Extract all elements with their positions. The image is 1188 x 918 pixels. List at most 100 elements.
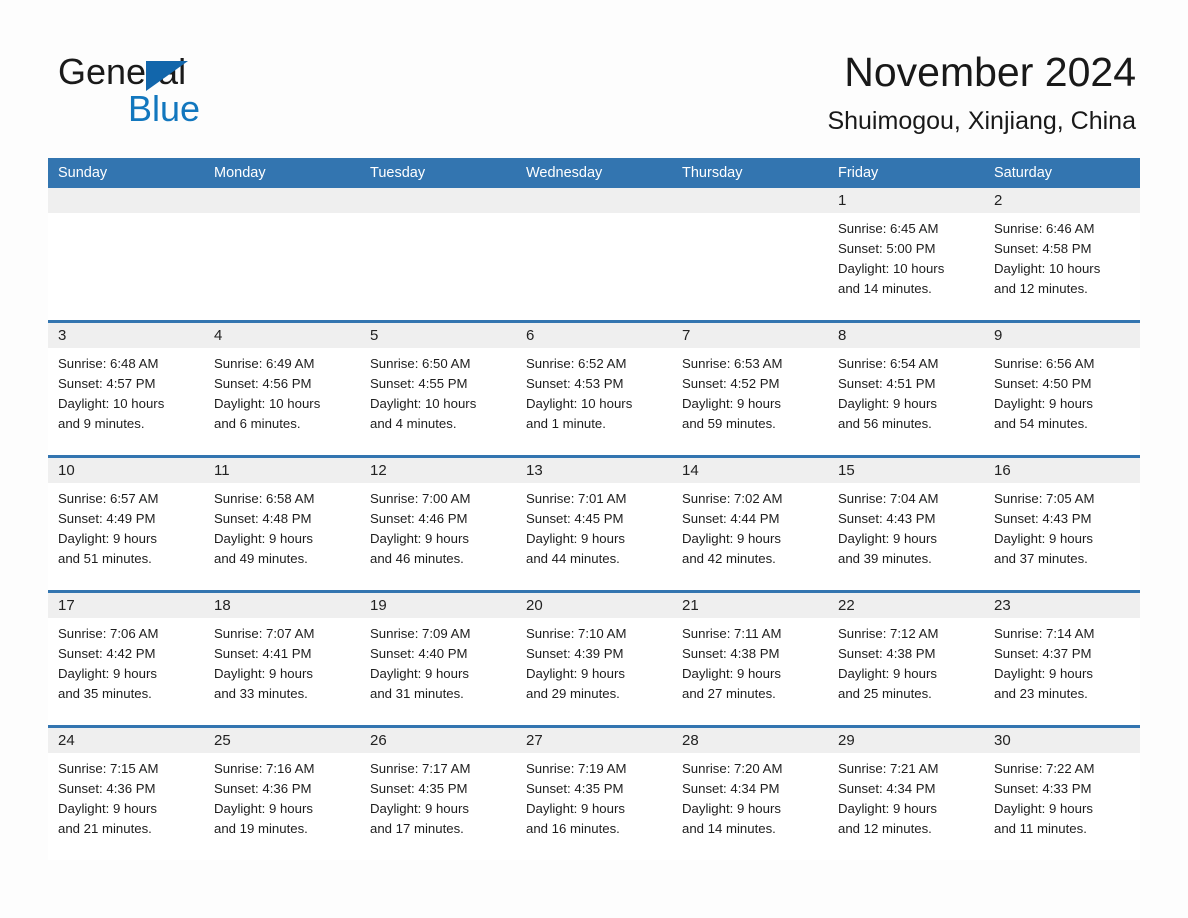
day-number-band <box>48 188 204 213</box>
day-details: Sunrise: 7:10 AM Sunset: 4:39 PM Daylight:… <box>516 618 672 704</box>
day-cell[interactable]: 22 Sunrise: 7:12 AM Sunset: 4:38 PM Dayligh… <box>828 593 984 725</box>
day-number-band: 7 <box>672 323 828 348</box>
day-cell[interactable]: 23 Sunrise: 7:14 AM Sunset: 4:37 PM Dayligh… <box>984 593 1140 725</box>
daylight-line-2: and 25 minutes. <box>838 686 932 701</box>
day-number-band: 28 <box>672 728 828 753</box>
day-cell[interactable]: 11 Sunrise: 6:58 AM Sunset: 4:48 PM Dayligh… <box>204 458 360 590</box>
day-cell[interactable]: 14 Sunrise: 7:02 AM Sunset: 4:44 PM Dayligh… <box>672 458 828 590</box>
day-number-band: 4 <box>204 323 360 348</box>
day-cell[interactable]: 28 Sunrise: 7:20 AM Sunset: 4:34 PM Dayligh… <box>672 728 828 860</box>
daylight-line-1: Daylight: 9 hours <box>994 396 1093 411</box>
day-cell[interactable]: 13 Sunrise: 7:01 AM Sunset: 4:45 PM Dayligh… <box>516 458 672 590</box>
day-cell[interactable]: 7 Sunrise: 6:53 AM Sunset: 4:52 PM Daylight… <box>672 323 828 455</box>
day-number: 3 <box>58 327 67 344</box>
day-number: 29 <box>838 732 855 749</box>
day-cell[interactable]: 2 Sunrise: 6:46 AM Sunset: 4:58 PM Daylight… <box>984 188 1140 320</box>
daylight-line-1: Daylight: 9 hours <box>58 531 157 546</box>
day-number-band: 25 <box>204 728 360 753</box>
day-details: Sunrise: 7:20 AM Sunset: 4:34 PM Daylight:… <box>672 753 828 839</box>
day-details: Sunrise: 7:22 AM Sunset: 4:33 PM Daylight:… <box>984 753 1140 839</box>
logo-triangle-icon <box>146 61 188 91</box>
sunset-line: Sunset: 4:39 PM <box>526 646 624 661</box>
weekday-header-sunday: Sunday <box>58 165 108 181</box>
daylight-line-1: Daylight: 9 hours <box>58 666 157 681</box>
day-number-band: 17 <box>48 593 204 618</box>
generalblue-logo[interactable]: General Blue <box>58 52 298 132</box>
day-number-band: 22 <box>828 593 984 618</box>
sunset-line: Sunset: 4:57 PM <box>58 376 156 391</box>
weekday-header-monday: Monday <box>214 165 266 181</box>
day-cell[interactable]: 8 Sunrise: 6:54 AM Sunset: 4:51 PM Daylight… <box>828 323 984 455</box>
daylight-line-2: and 51 minutes. <box>58 551 152 566</box>
daylight-line-2: and 56 minutes. <box>838 416 932 431</box>
day-cell[interactable]: 26 Sunrise: 7:17 AM Sunset: 4:35 PM Dayligh… <box>360 728 516 860</box>
calendar-grid: Sunday Monday Tuesday Wednesday Thursday Frid… <box>48 158 1140 860</box>
day-details: Sunrise: 6:45 AM Sunset: 5:00 PM Daylight:… <box>828 213 984 299</box>
day-cell[interactable]: 30 Sunrise: 7:22 AM Sunset: 4:33 PM Dayligh… <box>984 728 1140 860</box>
day-details: Sunrise: 7:15 AM Sunset: 4:36 PM Daylight:… <box>48 753 204 839</box>
daylight-line-2: and 37 minutes. <box>994 551 1088 566</box>
day-number: 7 <box>682 327 691 344</box>
day-number-band: 26 <box>360 728 516 753</box>
day-cell[interactable]: 29 Sunrise: 7:21 AM Sunset: 4:34 PM Dayligh… <box>828 728 984 860</box>
logo-text-blue: Blue <box>128 88 201 129</box>
day-number: 21 <box>682 597 699 614</box>
daylight-line-1: Daylight: 10 hours <box>994 261 1101 276</box>
daylight-line-1: Daylight: 9 hours <box>214 531 313 546</box>
daylight-line-1: Daylight: 9 hours <box>526 531 625 546</box>
day-cell[interactable]: 21 Sunrise: 7:11 AM Sunset: 4:38 PM Dayligh… <box>672 593 828 725</box>
day-number-band: 30 <box>984 728 1140 753</box>
sunrise-line: Sunrise: 6:54 AM <box>838 356 939 371</box>
sunset-line: Sunset: 4:53 PM <box>526 376 624 391</box>
day-cell[interactable]: 5 Sunrise: 6:50 AM Sunset: 4:55 PM Daylight… <box>360 323 516 455</box>
day-cell[interactable]: 24 Sunrise: 7:15 AM Sunset: 4:36 PM Dayligh… <box>48 728 204 860</box>
day-cell[interactable]: 6 Sunrise: 6:52 AM Sunset: 4:53 PM Daylight… <box>516 323 672 455</box>
day-cell[interactable]: 25 Sunrise: 7:16 AM Sunset: 4:36 PM Dayligh… <box>204 728 360 860</box>
day-number: 27 <box>526 732 543 749</box>
sunset-line: Sunset: 4:35 PM <box>370 781 468 796</box>
daylight-line-1: Daylight: 10 hours <box>370 396 477 411</box>
day-details: Sunrise: 6:52 AM Sunset: 4:53 PM Daylight:… <box>516 348 672 434</box>
weekday-header-tuesday: Tuesday <box>370 165 426 181</box>
day-number-band: 15 <box>828 458 984 483</box>
day-details: Sunrise: 7:06 AM Sunset: 4:42 PM Daylight:… <box>48 618 204 704</box>
sunrise-line: Sunrise: 7:14 AM <box>994 626 1095 641</box>
day-cell[interactable]: 4 Sunrise: 6:49 AM Sunset: 4:56 PM Daylight… <box>204 323 360 455</box>
day-cell[interactable]: 20 Sunrise: 7:10 AM Sunset: 4:39 PM Dayligh… <box>516 593 672 725</box>
daylight-line-1: Daylight: 9 hours <box>214 801 313 816</box>
day-number-band: 12 <box>360 458 516 483</box>
day-cell[interactable]: 18 Sunrise: 7:07 AM Sunset: 4:41 PM Dayligh… <box>204 593 360 725</box>
daylight-line-1: Daylight: 10 hours <box>214 396 321 411</box>
day-details: Sunrise: 6:48 AM Sunset: 4:57 PM Daylight:… <box>48 348 204 434</box>
daylight-line-1: Daylight: 10 hours <box>838 261 945 276</box>
day-number: 26 <box>370 732 387 749</box>
day-number-band: 24 <box>48 728 204 753</box>
day-cell[interactable]: 17 Sunrise: 7:06 AM Sunset: 4:42 PM Dayligh… <box>48 593 204 725</box>
day-number-band: 3 <box>48 323 204 348</box>
day-number: 19 <box>370 597 387 614</box>
day-details: Sunrise: 7:09 AM Sunset: 4:40 PM Daylight:… <box>360 618 516 704</box>
sunrise-line: Sunrise: 6:48 AM <box>58 356 159 371</box>
daylight-line-1: Daylight: 9 hours <box>994 801 1093 816</box>
day-cell[interactable]: 12 Sunrise: 7:00 AM Sunset: 4:46 PM Dayligh… <box>360 458 516 590</box>
day-cell[interactable]: 19 Sunrise: 7:09 AM Sunset: 4:40 PM Dayligh… <box>360 593 516 725</box>
daylight-line-2: and 12 minutes. <box>838 821 932 836</box>
day-cell[interactable]: 16 Sunrise: 7:05 AM Sunset: 4:43 PM Dayligh… <box>984 458 1140 590</box>
daylight-line-2: and 46 minutes. <box>370 551 464 566</box>
day-details: Sunrise: 6:57 AM Sunset: 4:49 PM Daylight:… <box>48 483 204 569</box>
day-cell[interactable]: 9 Sunrise: 6:56 AM Sunset: 4:50 PM Daylight… <box>984 323 1140 455</box>
sunrise-line: Sunrise: 6:56 AM <box>994 356 1095 371</box>
daylight-line-1: Daylight: 9 hours <box>682 801 781 816</box>
sunset-line: Sunset: 4:56 PM <box>214 376 312 391</box>
day-cell[interactable]: 10 Sunrise: 6:57 AM Sunset: 4:49 PM Dayligh… <box>48 458 204 590</box>
sunrise-line: Sunrise: 7:11 AM <box>682 626 782 641</box>
day-cell[interactable]: 27 Sunrise: 7:19 AM Sunset: 4:35 PM Dayligh… <box>516 728 672 860</box>
day-cell[interactable]: 1 Sunrise: 6:45 AM Sunset: 5:00 PM Daylight… <box>828 188 984 320</box>
day-number-band: 27 <box>516 728 672 753</box>
sunrise-line: Sunrise: 7:07 AM <box>214 626 315 641</box>
day-number: 22 <box>838 597 855 614</box>
day-cell[interactable]: 15 Sunrise: 7:04 AM Sunset: 4:43 PM Dayligh… <box>828 458 984 590</box>
day-number-band: 8 <box>828 323 984 348</box>
day-cell[interactable]: 3 Sunrise: 6:48 AM Sunset: 4:57 PM Daylight… <box>48 323 204 455</box>
day-number-band: 13 <box>516 458 672 483</box>
